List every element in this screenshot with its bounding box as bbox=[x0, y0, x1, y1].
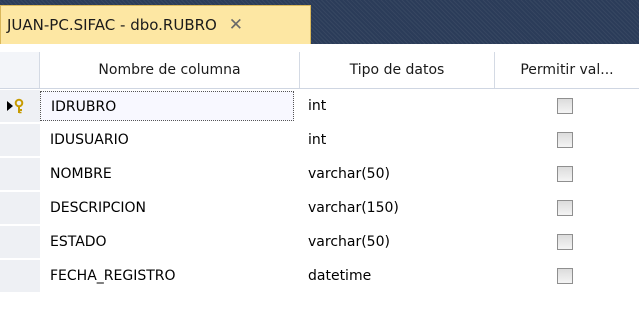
column-header-name[interactable]: Nombre de columna bbox=[40, 52, 300, 88]
column-name-cell[interactable]: ESTADO bbox=[40, 227, 294, 257]
column-header-type[interactable]: Tipo de datos bbox=[300, 52, 495, 88]
column-name-cell[interactable]: IDRUBRO bbox=[40, 91, 294, 121]
column-name-cell[interactable]: IDUSUARIO bbox=[40, 125, 294, 155]
row-selector[interactable] bbox=[0, 226, 40, 259]
row-selector[interactable] bbox=[0, 124, 40, 157]
column-name-cell[interactable]: DESCRIPCION bbox=[40, 193, 294, 223]
allow-null-checkbox[interactable] bbox=[557, 234, 573, 250]
row-selector[interactable] bbox=[0, 158, 40, 191]
allow-null-checkbox[interactable] bbox=[557, 98, 573, 114]
column-name-cell[interactable]: FECHA_REGISTRO bbox=[40, 261, 294, 291]
table-row[interactable]: NOMBRE varchar(50) bbox=[0, 158, 639, 192]
table-row[interactable]: IDUSUARIO int bbox=[0, 124, 639, 158]
column-header-allow-null[interactable]: Permitir val... bbox=[495, 52, 639, 88]
data-type-cell[interactable]: int bbox=[300, 91, 490, 121]
data-type-cell[interactable]: varchar(150) bbox=[300, 193, 490, 223]
row-selector[interactable] bbox=[0, 90, 40, 123]
allow-null-checkbox[interactable] bbox=[557, 132, 573, 148]
data-type-cell[interactable]: int bbox=[300, 125, 490, 155]
allow-null-checkbox[interactable] bbox=[557, 166, 573, 182]
allow-null-checkbox[interactable] bbox=[557, 200, 573, 216]
tab-title: JUAN-PC.SIFAC - dbo.RUBRO bbox=[7, 16, 217, 34]
data-type-cell[interactable]: datetime bbox=[300, 261, 490, 291]
row-selector-header bbox=[0, 52, 40, 88]
grid-header: Nombre de columna Tipo de datos Permitir… bbox=[0, 52, 639, 89]
data-type-cell[interactable]: varchar(50) bbox=[300, 227, 490, 257]
close-icon[interactable]: ✕ bbox=[227, 16, 245, 34]
primary-key-current-row-icon bbox=[6, 98, 28, 114]
table-row[interactable]: ESTADO varchar(50) bbox=[0, 226, 639, 260]
allow-null-checkbox[interactable] bbox=[557, 268, 573, 284]
row-selector[interactable] bbox=[0, 192, 40, 225]
document-tabstrip: JUAN-PC.SIFAC - dbo.RUBRO ✕ bbox=[0, 0, 639, 44]
row-selector[interactable] bbox=[0, 260, 40, 293]
table-row[interactable]: DESCRIPCION varchar(150) bbox=[0, 192, 639, 226]
table-row[interactable]: FECHA_REGISTRO datetime bbox=[0, 260, 639, 294]
tab-rubro-table[interactable]: JUAN-PC.SIFAC - dbo.RUBRO ✕ bbox=[0, 5, 311, 44]
table-row[interactable]: IDRUBRO int bbox=[0, 90, 639, 124]
data-type-cell[interactable]: varchar(50) bbox=[300, 159, 490, 189]
column-name-cell[interactable]: NOMBRE bbox=[40, 159, 294, 189]
